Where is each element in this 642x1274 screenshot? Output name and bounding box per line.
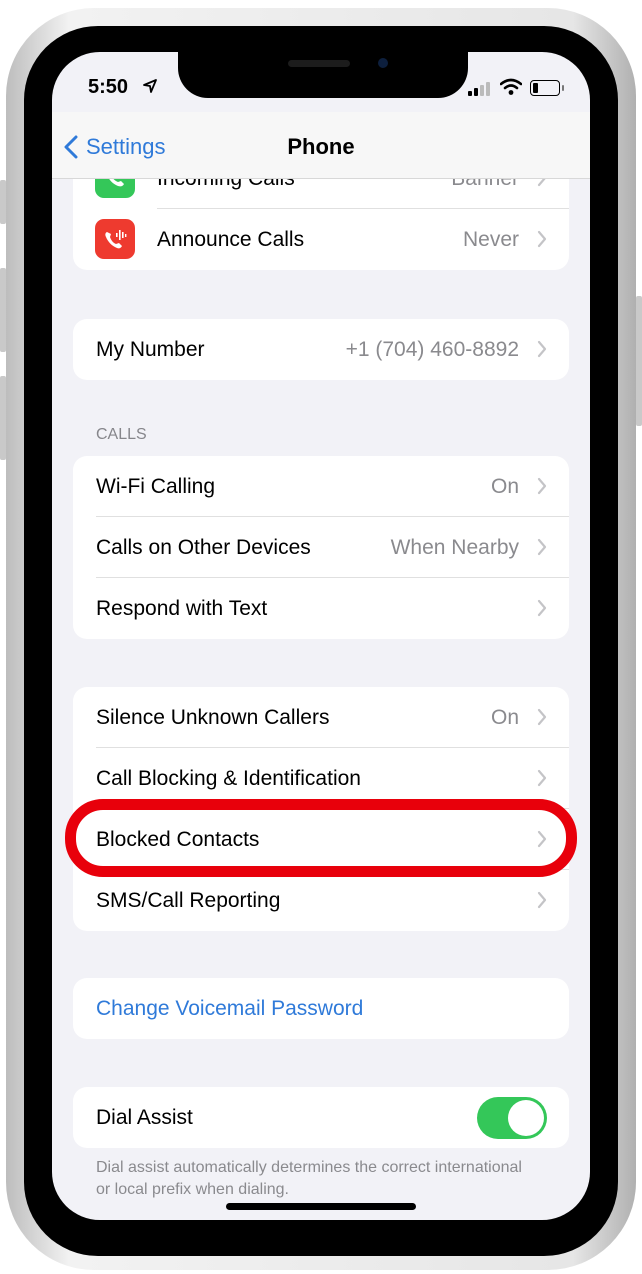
row-my-number[interactable]: My Number +1 (704) 460-8892 — [73, 319, 569, 380]
row-label: My Number — [96, 337, 205, 361]
status-time: 5:50 — [88, 76, 129, 98]
front-camera — [378, 58, 388, 68]
chevron-right-icon — [537, 340, 547, 358]
section-header-calls: CALLS — [96, 426, 147, 443]
toggle-knob — [508, 1100, 544, 1136]
row-value: +1 (704) 460-8892 — [345, 337, 519, 361]
row-announce-calls[interactable]: Announce Calls Never — [73, 209, 569, 270]
dial-assist-group: Dial Assist — [73, 1087, 569, 1148]
dial-assist-toggle[interactable] — [477, 1097, 547, 1139]
calls-group: Wi-Fi Calling On Calls on Other Devices … — [73, 456, 569, 639]
voicemail-group: Change Voicemail Password — [73, 978, 569, 1039]
row-value: When Nearby — [390, 535, 519, 559]
row-label: Silence Unknown Callers — [96, 705, 330, 729]
home-indicator[interactable] — [226, 1203, 416, 1210]
wifi-icon — [499, 78, 523, 101]
row-value: Never — [462, 227, 519, 251]
dial-assist-footer: Dial assist automatically determines the… — [96, 1159, 522, 1198]
chevron-right-icon — [537, 230, 547, 248]
row-silence-unknown-callers[interactable]: Silence Unknown Callers On — [73, 687, 569, 748]
navigation-bar: Settings Phone — [52, 112, 590, 179]
row-calls-on-other-devices[interactable]: Calls on Other Devices When Nearby — [73, 517, 569, 578]
row-value: On — [490, 474, 519, 498]
chevron-right-icon — [537, 477, 547, 495]
chevron-right-icon — [537, 891, 547, 909]
screen: 5:50 Settings Phone Incoming Calls Banne… — [52, 52, 590, 1220]
volume-down-button — [0, 376, 6, 460]
row-label: Dial Assist — [96, 1105, 193, 1129]
location-arrow-icon — [142, 78, 158, 98]
row-label: SMS/Call Reporting — [96, 888, 281, 912]
mute-switch — [0, 180, 6, 224]
side-button — [636, 296, 642, 426]
row-sms-call-reporting[interactable]: SMS/Call Reporting — [73, 870, 569, 931]
row-dial-assist: Dial Assist — [73, 1087, 569, 1148]
chevron-right-icon — [537, 708, 547, 726]
speaker-grille — [288, 60, 350, 67]
row-wifi-calling[interactable]: Wi-Fi Calling On — [73, 456, 569, 517]
row-label: Change Voicemail Password — [96, 996, 364, 1020]
row-label: Calls on Other Devices — [96, 535, 311, 559]
announce-calls-icon — [95, 219, 135, 259]
chevron-right-icon — [537, 599, 547, 617]
page-title: Phone — [287, 134, 355, 159]
row-label: Wi-Fi Calling — [96, 474, 216, 498]
notch — [178, 52, 468, 98]
row-label: Respond with Text — [96, 596, 268, 620]
highlight-annotation — [65, 799, 577, 877]
volume-up-button — [0, 268, 6, 352]
my-number-group: My Number +1 (704) 460-8892 — [73, 319, 569, 380]
row-label: Announce Calls — [157, 227, 305, 251]
chevron-right-icon — [537, 538, 547, 556]
battery-low-icon — [530, 80, 564, 96]
chevron-right-icon — [537, 769, 547, 787]
cellular-signal-icon — [468, 82, 492, 101]
row-label: Call Blocking & Identification — [96, 766, 361, 790]
change-voicemail-password-button[interactable]: Change Voicemail Password — [73, 978, 569, 1039]
row-value: On — [490, 705, 519, 729]
row-respond-with-text[interactable]: Respond with Text — [73, 578, 569, 639]
